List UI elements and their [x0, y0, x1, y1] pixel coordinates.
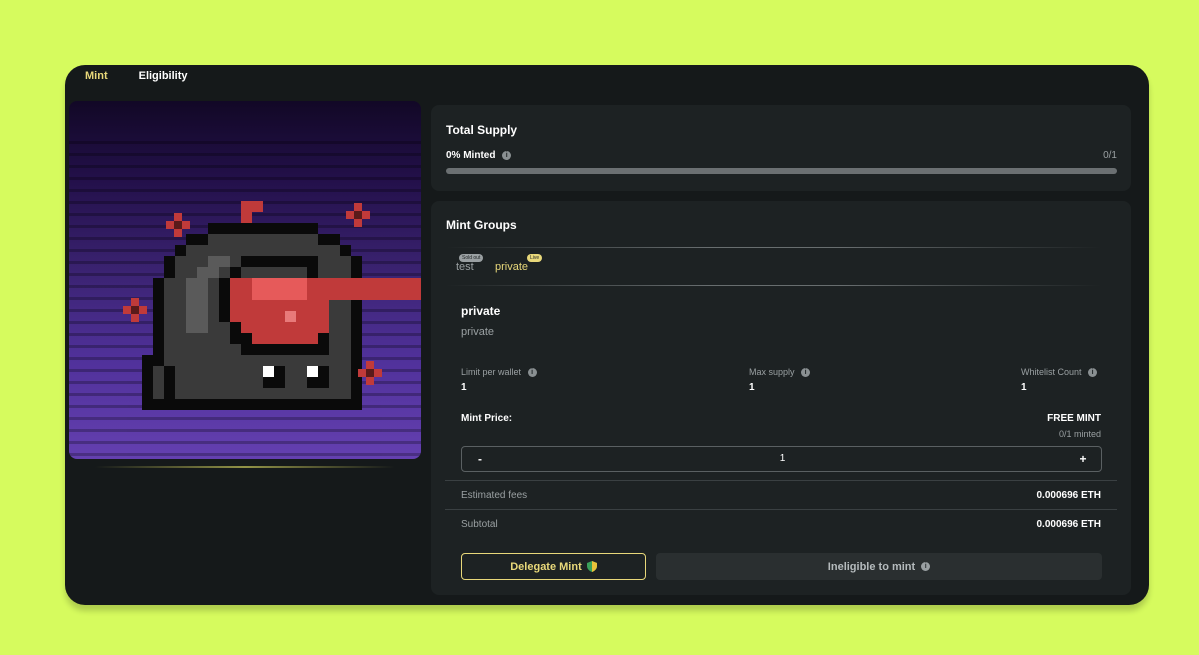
group-tab-private[interactable]: private	[495, 261, 528, 273]
mint-price-value: FREE MINT	[1047, 413, 1101, 424]
group-tab-test[interactable]: test	[456, 261, 474, 273]
tab-eligibility[interactable]: Eligibility	[139, 70, 188, 82]
info-icon[interactable]: i	[527, 368, 537, 378]
group-tabs-bottom-divider	[446, 285, 1101, 286]
pixel-art-hooded-character-icon	[69, 141, 421, 456]
mint-groups-title: Mint Groups	[446, 218, 517, 232]
tab-mint[interactable]: Mint	[85, 70, 108, 82]
mint-window: Mint Eligibility Total Supply 0% Minted …	[65, 65, 1149, 605]
max-supply-label-text: Max supply	[749, 367, 795, 377]
minted-percentage-text: 0% Minted	[446, 150, 496, 161]
mint-groups-panel: Mint Groups Sold out test Live private p…	[431, 201, 1131, 595]
whitelist-count-label-text: Whitelist Count	[1021, 367, 1082, 377]
artwork-glow	[95, 466, 395, 468]
subtotal-divider	[445, 509, 1117, 510]
max-supply-value: 1	[749, 382, 755, 393]
subtotal-label: Subtotal	[461, 519, 498, 530]
shield-icon	[586, 561, 597, 572]
limit-per-wallet-label: Limit per wallet i	[461, 367, 537, 378]
max-supply-label: Max supply i	[749, 367, 811, 378]
subtotal-value: 0.000696 ETH	[1036, 519, 1102, 530]
supply-count: 0/1	[1103, 150, 1117, 161]
tab-bar: Mint Eligibility	[85, 70, 188, 82]
quantity-input[interactable]	[502, 447, 1063, 471]
total-supply-panel: Total Supply 0% Minted i 0/1	[431, 105, 1131, 191]
estimated-fees-value: 0.000696 ETH	[1036, 490, 1102, 501]
ineligible-to-mint-button[interactable]: Ineligible to mint i	[656, 553, 1102, 580]
live-badge: Live	[527, 254, 543, 262]
limit-per-wallet-label-text: Limit per wallet	[461, 367, 522, 377]
nft-artwork	[69, 101, 421, 459]
info-icon[interactable]: i	[921, 562, 931, 571]
quantity-stepper: - +	[461, 446, 1102, 472]
info-icon[interactable]: i	[801, 368, 811, 378]
group-minted-count: 0/1 minted	[1058, 429, 1101, 439]
minted-percentage: 0% Minted i	[446, 150, 512, 161]
whitelist-count-value: 1	[1021, 382, 1027, 393]
info-icon[interactable]: i	[502, 150, 512, 160]
group-tabs-top-divider	[446, 247, 1101, 248]
group-subtitle: private	[461, 326, 495, 338]
whitelist-count-label: Whitelist Count i	[1021, 367, 1098, 378]
estimated-fees-label: Estimated fees	[461, 490, 528, 501]
info-icon[interactable]: i	[1088, 368, 1098, 378]
decrease-quantity-button[interactable]: -	[462, 447, 498, 471]
delegate-mint-button[interactable]: Delegate Mint	[461, 553, 646, 580]
delegate-mint-label: Delegate Mint	[510, 560, 582, 573]
ineligible-to-mint-label: Ineligible to mint	[827, 560, 916, 573]
total-supply-title: Total Supply	[446, 123, 518, 137]
limit-per-wallet-value: 1	[461, 382, 467, 393]
increase-quantity-button[interactable]: +	[1065, 447, 1101, 471]
fees-divider	[445, 480, 1117, 481]
supply-progress-bar	[446, 168, 1117, 174]
group-name: private	[461, 304, 501, 318]
mint-price-label: Mint Price:	[461, 413, 513, 424]
